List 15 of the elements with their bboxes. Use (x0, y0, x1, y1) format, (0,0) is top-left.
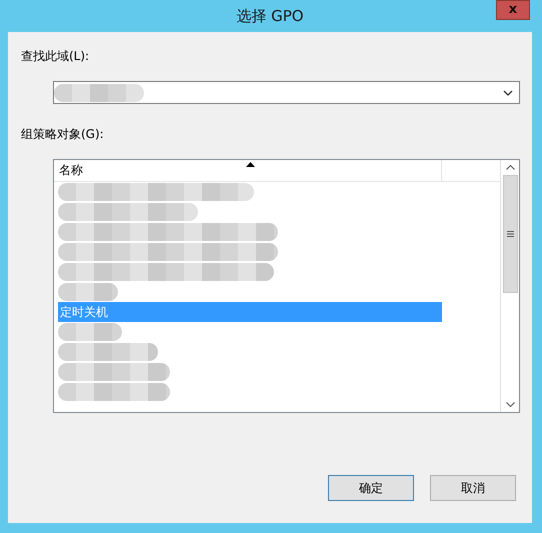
window-title: 选择 GPO (236, 6, 304, 26)
close-button[interactable]: x (496, 0, 530, 20)
dialog-button[interactable]: 确定 (328, 475, 414, 501)
field-label: 组策略对象(G): (21, 126, 104, 143)
chevron-down-icon (503, 90, 513, 96)
sort-arrow-icon (246, 162, 255, 167)
field-label: 查找此域(L): (21, 48, 90, 65)
scroll-thumb[interactable] (502, 175, 518, 293)
dialog-button[interactable]: 取消 (430, 475, 516, 501)
scroll-up-icon[interactable] (506, 165, 514, 170)
domain-dropdown[interactable] (53, 81, 520, 104)
scrollbar[interactable] (500, 160, 519, 412)
grip-icon (506, 231, 514, 237)
column-header[interactable]: 名称 (54, 160, 442, 181)
scroll-down-icon[interactable] (506, 402, 514, 407)
